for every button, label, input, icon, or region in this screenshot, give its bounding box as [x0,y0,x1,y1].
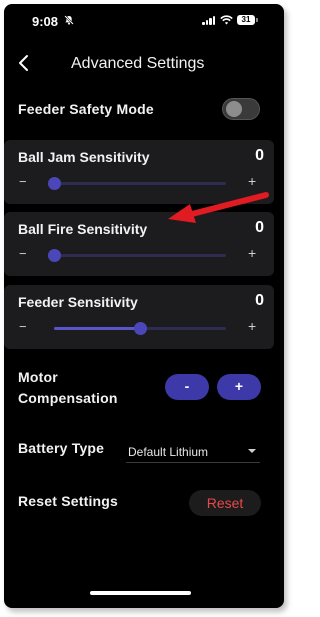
cellular-signal-icon [202,16,215,25]
ball-fire-sensitivity-slider[interactable] [48,249,226,262]
slider-label: Ball Fire Sensitivity [18,221,148,237]
motor-compensation-label-line2: Compensation [18,390,118,406]
motor-compensation-decrease-button[interactable]: - [165,374,209,400]
slider-thumb[interactable] [48,249,61,262]
battery-icon: 31 [237,15,258,25]
bell-slash-icon [64,15,74,25]
toggle-knob [226,101,242,117]
ball-jam-sensitivity-slider[interactable] [48,177,226,190]
status-bar: 9:08 31 [4,4,284,34]
increase-icon[interactable]: + [248,318,256,334]
decrease-icon[interactable]: − [19,246,27,261]
increase-icon[interactable]: + [248,173,256,189]
page-title: Advanced Settings [71,55,205,72]
chevron-down-icon [248,449,256,453]
wifi-icon [220,15,233,25]
motor-compensation-increase-button[interactable]: + [217,374,261,400]
battery-level: 31 [241,15,251,24]
slider-thumb[interactable] [48,177,61,190]
feeder-sensitivity-slider[interactable] [54,322,226,335]
battery-type-value: Default Lithium [128,445,209,459]
reset-button[interactable]: Reset [189,490,261,516]
battery-type-label: Battery Type [18,440,105,456]
feeder-sensitivity-card: Feeder Sensitivity 0 − + [4,285,274,349]
decrease-icon[interactable]: − [19,174,27,189]
feeder-safety-mode-label: Feeder Safety Mode [18,101,154,117]
slider-value: 0 [255,147,264,164]
app-screen: 9:08 31 Advanced Settings Feeder Safety … [4,4,284,608]
nav-header: Advanced Settings [4,48,284,78]
status-time: 9:08 [32,14,59,29]
slider-label: Feeder Sensitivity [18,294,138,310]
increase-icon[interactable]: + [248,245,256,261]
slider-label: Ball Jam Sensitivity [18,149,150,165]
home-indicator [90,591,191,595]
back-chevron-icon[interactable] [14,52,34,74]
decrease-icon[interactable]: − [19,319,27,334]
battery-type-select[interactable]: Default Lithium [126,440,260,463]
slider-thumb[interactable] [134,322,147,335]
motor-compensation-label-line1: Motor [18,369,58,385]
reset-settings-label: Reset Settings [18,493,119,509]
red-arrow-annotation [168,192,269,223]
slider-value: 0 [255,292,264,309]
slider-fill [54,327,140,330]
feeder-safety-mode-toggle[interactable] [222,98,260,120]
